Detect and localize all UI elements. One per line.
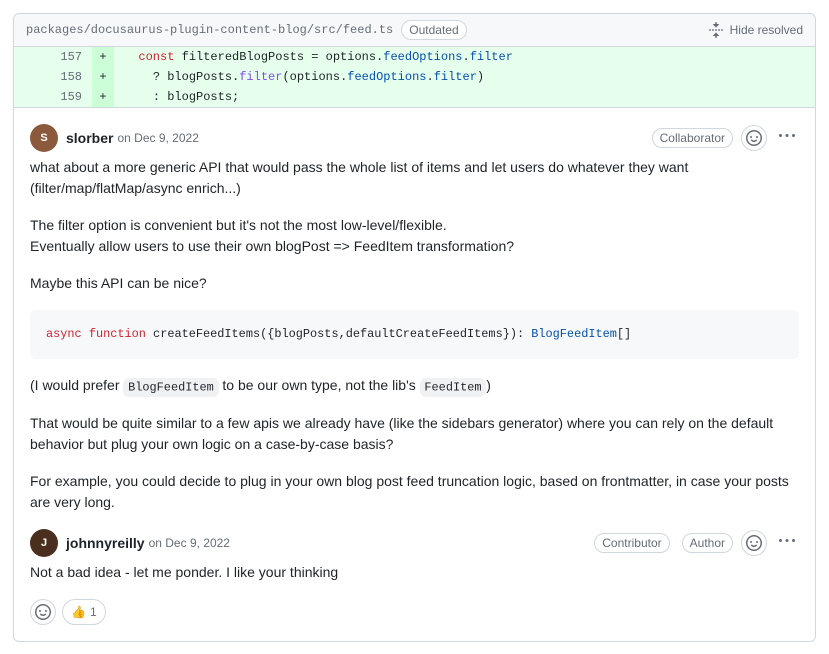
smiley-icon	[746, 535, 762, 551]
more-actions-button[interactable]	[775, 124, 799, 151]
role-badge: Collaborator	[652, 128, 733, 148]
comment-body: what about a more generic API that would…	[30, 157, 799, 513]
comment-header: slorber on Dec 9, 2022 Collaborator	[66, 124, 799, 151]
author-link[interactable]: johnnyreilly	[66, 535, 145, 551]
comment-actions: Collaborator	[648, 124, 799, 151]
add-reaction-button[interactable]	[741, 530, 767, 556]
comment-body: Not a bad idea - let me ponder. I like y…	[30, 562, 799, 625]
diff-marker: +	[92, 47, 114, 67]
file-header: packages/docusaurus-plugin-content-blog/…	[14, 14, 815, 47]
code-snippet: async function createFeedItems({blogPost…	[30, 310, 799, 359]
smiley-icon	[746, 130, 762, 146]
reactions-bar: 👍 1	[30, 599, 799, 625]
reaction-thumbsup[interactable]: 👍 1	[62, 599, 106, 625]
reaction-count: 1	[90, 603, 97, 621]
role-badge: Author	[682, 533, 733, 553]
paragraph: The filter option is convenient but it's…	[30, 215, 799, 257]
avatar[interactable]: S	[30, 124, 58, 152]
line-number[interactable]: 157	[14, 47, 92, 67]
diff-line: 157 + const filteredBlogPosts = options.…	[14, 47, 815, 67]
inline-code: BlogFeedItem	[123, 378, 218, 397]
smiley-icon	[35, 604, 51, 620]
file-path[interactable]: packages/docusaurus-plugin-content-blog/…	[26, 23, 393, 37]
comment: S slorber on Dec 9, 2022 Collaborator wh…	[14, 108, 815, 513]
comment-date[interactable]: on Dec 9, 2022	[117, 131, 198, 145]
paragraph: (I would prefer BlogFeedItem to be our o…	[30, 375, 799, 397]
kebab-icon	[779, 533, 795, 549]
comment-actions: Contributor Author	[590, 529, 799, 556]
diff-marker: +	[92, 67, 114, 87]
comment-date[interactable]: on Dec 9, 2022	[149, 536, 230, 550]
author-link[interactable]: slorber	[66, 130, 113, 146]
review-thread: packages/docusaurus-plugin-content-blog/…	[13, 13, 816, 642]
code-text: ? blogPosts.filter(options.feedOptions.f…	[114, 67, 815, 87]
comments-container: S slorber on Dec 9, 2022 Collaborator wh…	[14, 108, 815, 641]
add-reaction-button[interactable]	[30, 599, 56, 625]
more-actions-button[interactable]	[775, 529, 799, 556]
diff-line: 159 + : blogPosts;	[14, 87, 815, 107]
hide-resolved-label: Hide resolved	[730, 23, 803, 37]
kebab-icon	[779, 128, 795, 144]
code-text: : blogPosts;	[114, 87, 815, 107]
unfold-icon	[708, 22, 724, 38]
reaction-emoji: 👍	[71, 603, 86, 621]
line-number[interactable]: 158	[14, 67, 92, 87]
paragraph: For example, you could decide to plug in…	[30, 471, 799, 513]
diff-marker: +	[92, 87, 114, 107]
comment: J johnnyreilly on Dec 9, 2022 Contributo…	[14, 513, 815, 641]
role-badge: Contributor	[594, 533, 669, 553]
paragraph: Not a bad idea - let me ponder. I like y…	[30, 562, 799, 583]
diff-line: 158 + ? blogPosts.filter(options.feedOpt…	[14, 67, 815, 87]
code-text: const filteredBlogPosts = options.feedOp…	[114, 47, 815, 67]
hide-resolved-button[interactable]: Hide resolved	[708, 22, 803, 38]
add-reaction-button[interactable]	[741, 125, 767, 151]
inline-code: FeedItem	[420, 378, 487, 397]
paragraph: Maybe this API can be nice?	[30, 273, 799, 294]
paragraph: what about a more generic API that would…	[30, 157, 799, 199]
outdated-badge: Outdated	[401, 20, 466, 40]
comment-header: johnnyreilly on Dec 9, 2022 Contributor …	[66, 529, 799, 556]
diff-block: 157 + const filteredBlogPosts = options.…	[14, 47, 815, 108]
line-number[interactable]: 159	[14, 87, 92, 107]
avatar[interactable]: J	[30, 529, 58, 557]
paragraph: That would be quite similar to a few api…	[30, 413, 799, 455]
